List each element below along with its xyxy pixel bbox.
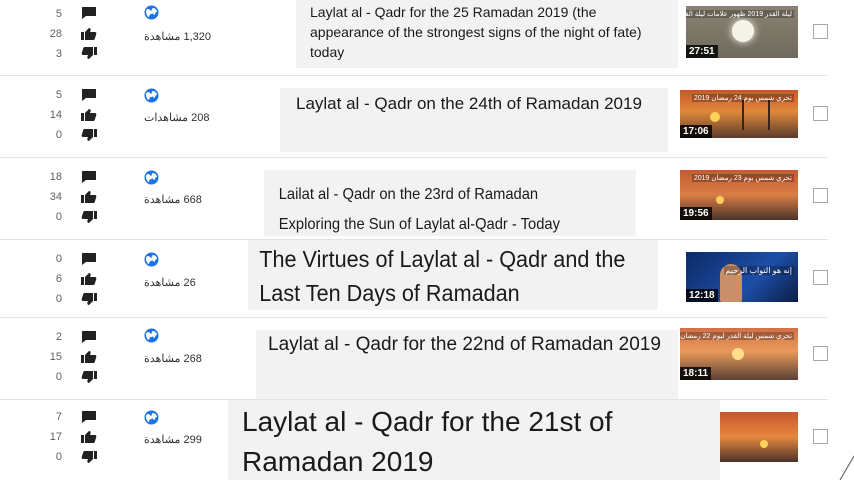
duration-badge: 18:11	[680, 367, 712, 380]
video-row[interactable]: 7 17 0 299 مشاهدة Laylat al - Qadr for t…	[0, 400, 828, 480]
video-row[interactable]: 5 28 3 1,320 مشاهدة Laylat al - Qadr for…	[0, 0, 828, 76]
video-title[interactable]: Laylat al - Qadr on the 24th of Ramadan …	[280, 88, 668, 152]
thumbs-up-icon	[80, 190, 98, 204]
video-thumbnail[interactable]: تحري شمس يوم 23 رمضان 2019 19:56	[680, 170, 798, 220]
globe-icon[interactable]	[144, 5, 159, 20]
view-count: 668 مشاهدة	[144, 194, 202, 206]
video-row[interactable]: 18 34 0 668 مشاهدة Lailat al - Qadr on t…	[0, 158, 828, 240]
thumbs-down-icon	[80, 128, 98, 142]
scrollbar-area[interactable]	[828, 0, 854, 480]
sun-image	[716, 196, 724, 204]
thumbs-up-icon	[80, 27, 98, 41]
sun-image	[732, 348, 744, 360]
comment-count: 5	[55, 8, 62, 20]
view-count: 299 مشاهدة	[144, 434, 202, 446]
duration-badge: 27:51	[686, 45, 718, 58]
select-checkbox[interactable]	[813, 346, 828, 361]
comment-icon	[80, 410, 98, 424]
duration-badge: 19:56	[680, 207, 712, 220]
comment-count: 7	[55, 411, 62, 423]
comment-icon	[80, 170, 98, 184]
like-count: 28	[49, 28, 62, 40]
thumbs-down-icon	[80, 210, 98, 224]
video-row[interactable]: 2 15 0 268 مشاهدة Laylat al - Qadr for t…	[0, 318, 828, 400]
thumbs-down-icon	[80, 450, 98, 464]
video-title[interactable]: Lailat al - Qadr on the 23rd of Ramadan …	[264, 170, 636, 236]
like-count: 14	[49, 109, 62, 121]
dislike-count: 0	[55, 293, 62, 305]
tower-silhouette	[742, 100, 770, 130]
view-count: 208 مشاهدات	[144, 112, 210, 124]
thumbs-up-icon	[80, 430, 98, 444]
video-row[interactable]: 5 14 0 208 مشاهدات Laylat al - Qadr on t…	[0, 76, 828, 158]
comment-icon	[80, 88, 98, 102]
dislike-count: 0	[55, 129, 62, 141]
video-title[interactable]: Laylat al - Qadr for the 22nd of Ramadan…	[256, 330, 678, 400]
comment-count: 5	[55, 89, 62, 101]
video-thumbnail[interactable]: إنه هو التواب الرحيم 12:18	[686, 252, 798, 302]
thumbs-down-icon	[80, 370, 98, 384]
thumbs-down-icon	[80, 46, 98, 60]
comment-count: 0	[55, 253, 62, 265]
video-title[interactable]: The Virtues of Laylat al - Qadr and the …	[248, 240, 658, 310]
comment-icon	[80, 6, 98, 20]
dislike-count: 3	[55, 48, 62, 60]
globe-icon[interactable]	[144, 328, 159, 343]
like-count: 34	[49, 191, 62, 203]
comment-icon	[80, 330, 98, 344]
thumbs-down-icon	[80, 292, 98, 306]
dislike-count: 0	[55, 211, 62, 223]
resize-corner	[839, 455, 854, 480]
dislike-count: 0	[55, 371, 62, 383]
globe-icon[interactable]	[144, 410, 159, 425]
comment-count: 2	[55, 331, 62, 343]
like-count: 15	[49, 351, 62, 363]
globe-icon[interactable]	[144, 252, 159, 267]
thumbs-up-icon	[80, 272, 98, 286]
sun-image	[710, 112, 720, 122]
video-title[interactable]: Laylat al - Qadr for the 25 Ramadan 2019…	[296, 0, 678, 68]
select-checkbox[interactable]	[813, 24, 828, 39]
select-checkbox[interactable]	[813, 270, 828, 285]
video-thumbnail[interactable]	[720, 412, 798, 462]
dislike-count: 0	[55, 451, 62, 463]
thumbs-up-icon	[80, 350, 98, 364]
video-title[interactable]: Laylat al - Qadr for the 21st of Ramadan…	[228, 400, 720, 480]
video-row[interactable]: 0 6 0 26 مشاهدة The Virtues of Laylat al…	[0, 240, 828, 318]
like-count: 17	[49, 431, 62, 443]
duration-badge: 17:06	[680, 125, 712, 138]
thumbs-up-icon	[80, 108, 98, 122]
like-count: 6	[55, 273, 62, 285]
video-thumbnail[interactable]: ليلة القدر 2019 ظهور علامات ليلة القدر 2…	[686, 6, 798, 58]
globe-icon[interactable]	[144, 170, 159, 185]
video-thumbnail[interactable]: تحري شمس يوم 24 رمضان 2019 17:06	[680, 90, 798, 138]
globe-icon[interactable]	[144, 88, 159, 103]
view-count: 1,320 مشاهدة	[144, 31, 211, 43]
select-checkbox[interactable]	[813, 106, 828, 121]
select-checkbox[interactable]	[813, 429, 828, 444]
select-checkbox[interactable]	[813, 188, 828, 203]
comment-count: 18	[49, 171, 62, 183]
comment-icon	[80, 252, 98, 266]
duration-badge: 12:18	[686, 289, 718, 302]
video-thumbnail[interactable]: تحري شمس ليلة القدر ليوم 22 رمضان 2019 1…	[680, 328, 798, 380]
moon-image	[732, 20, 754, 42]
view-count: 268 مشاهدة	[144, 353, 202, 365]
sun-image	[760, 440, 768, 448]
view-count: 26 مشاهدة	[144, 277, 196, 289]
